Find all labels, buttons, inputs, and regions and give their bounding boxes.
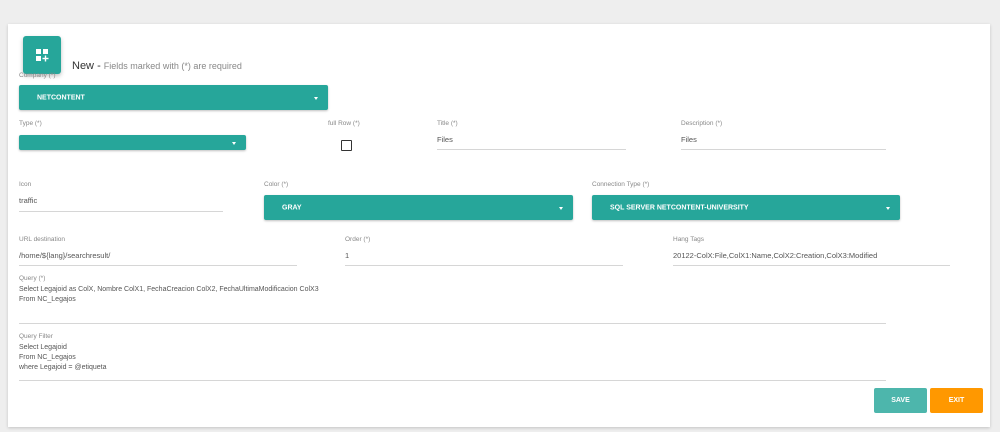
query-textarea[interactable]: Select Legajoid as ColX, Nombre ColX1, F… (19, 285, 886, 324)
form-card: New - Fields marked with (*) are require… (8, 24, 990, 427)
query-filter-line: Select Legajoid (19, 344, 67, 351)
url-destination-value: /home/${lang}/searchresult/ (19, 251, 111, 260)
chevron-down-icon (314, 96, 318, 100)
chevron-down-icon (559, 206, 563, 210)
icon-field[interactable]: traffic (19, 190, 223, 212)
query-filter-label: Query Filter (19, 333, 53, 340)
order-label: Order (*) (345, 236, 371, 243)
color-label: Color (*) (264, 181, 289, 188)
color-value: GRAY (282, 204, 302, 211)
company-value: NETCONTENT (37, 94, 85, 101)
type-label: Type (*) (19, 120, 42, 127)
form-title: New - Fields marked with (*) are require… (72, 60, 242, 72)
query-filter-textarea[interactable]: Select Legajoid From NC_Legajos where Le… (19, 343, 886, 381)
company-select[interactable]: NETCONTENT (19, 85, 328, 110)
query-label: Query (*) (19, 275, 46, 282)
chevron-down-icon (886, 206, 890, 210)
hang-tags-label: Hang Tags (673, 236, 704, 243)
connection-type-select[interactable]: SQL SERVER NETCONTENT-UNIVERSITY (592, 195, 900, 220)
order-field[interactable]: 1 (345, 245, 623, 266)
company-label: Company (*) (19, 72, 56, 79)
title-value: Files (437, 135, 453, 144)
query-line: Select Legajoid as ColX, Nombre ColX1, F… (19, 286, 319, 293)
required-note: Fields marked with (*) are required (103, 61, 242, 71)
description-label: Description (*) (681, 120, 723, 127)
description-value: Files (681, 135, 697, 144)
full-row-checkbox[interactable] (341, 140, 352, 151)
type-select[interactable] (19, 135, 246, 150)
query-line: From NC_Legajos (19, 296, 76, 303)
grid-plus-icon (23, 36, 61, 74)
title-label: Title (*) (437, 120, 458, 127)
query-filter-line: where Legajoid = @etiqueta (19, 364, 107, 371)
hang-tags-value: 20122-ColX:File,ColX1:Name,ColX2:Creatio… (673, 251, 878, 260)
full-row-label: full Row (*) (328, 120, 360, 127)
url-destination-label: URL destination (19, 236, 66, 243)
connection-type-label: Connection Type (*) (592, 181, 650, 188)
icon-label: Icon (19, 181, 32, 188)
title-text: New (72, 60, 95, 72)
hang-tags-field[interactable]: 20122-ColX:File,ColX1:Name,ColX2:Creatio… (673, 245, 950, 266)
url-destination-field[interactable]: /home/${lang}/searchresult/ (19, 245, 297, 266)
order-value: 1 (345, 251, 350, 260)
connection-type-value: SQL SERVER NETCONTENT-UNIVERSITY (610, 204, 749, 211)
exit-button[interactable]: EXIT (930, 388, 983, 413)
save-button[interactable]: SAVE (874, 388, 927, 413)
title-field[interactable]: Files (437, 129, 626, 150)
icon-value: traffic (19, 196, 38, 205)
chevron-down-icon (232, 141, 236, 145)
description-field[interactable]: Files (681, 129, 886, 150)
query-filter-line: From NC_Legajos (19, 354, 76, 361)
color-select[interactable]: GRAY (264, 195, 573, 220)
